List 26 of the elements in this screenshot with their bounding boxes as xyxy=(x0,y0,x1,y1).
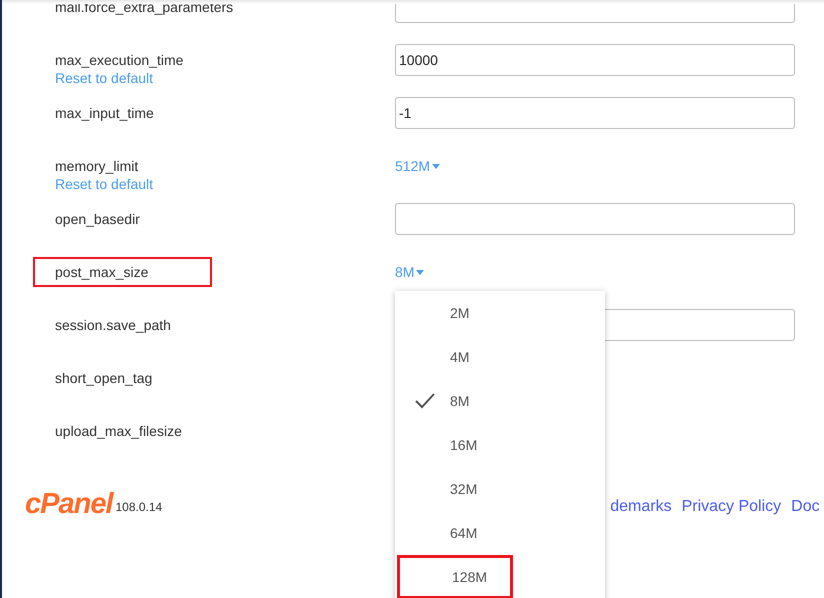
caret-icon xyxy=(416,270,424,274)
setting-label: upload_max_filesize xyxy=(55,422,182,441)
setting-label: memory_limit xyxy=(55,157,138,176)
footer-link[interactable]: demarks xyxy=(610,498,672,516)
setting-label: short_open_tag xyxy=(55,369,152,388)
input-field[interactable]: -1 xyxy=(395,97,795,129)
footer-link[interactable]: Privacy Policy xyxy=(682,498,782,516)
menu-option[interactable]: 8M xyxy=(395,379,605,423)
setting-label: max_execution_time xyxy=(55,51,184,70)
menu-option[interactable]: 128M xyxy=(397,555,513,598)
setting-label: open_basedir xyxy=(55,210,140,229)
setting-label: session.save_path xyxy=(55,316,171,335)
footer-link[interactable]: Doc xyxy=(791,498,820,516)
menu-option[interactable]: 4M xyxy=(395,335,605,379)
setting-label: mail.force_extra_parameters xyxy=(55,0,234,17)
menu-option[interactable]: 2M xyxy=(395,291,605,335)
setting-label: max_input_time xyxy=(55,104,154,123)
caret-icon xyxy=(432,164,440,168)
menu-option[interactable]: 32M xyxy=(395,467,605,511)
menu-option[interactable]: 16M xyxy=(395,423,605,467)
setting-label: post_max_size xyxy=(33,257,212,287)
input-field[interactable]: 10000 xyxy=(395,44,795,76)
input-field[interactable] xyxy=(395,203,795,235)
logo: cPanel xyxy=(25,489,112,519)
version-text: 108.0.14 xyxy=(116,500,162,514)
menu-option[interactable]: 64M xyxy=(395,511,605,555)
